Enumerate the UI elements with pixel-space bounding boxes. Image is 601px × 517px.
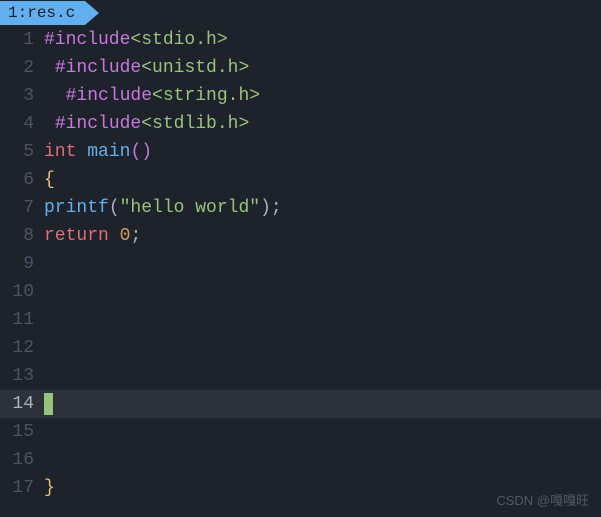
code-line[interactable]: 6{: [0, 166, 601, 194]
line-number: 9: [0, 254, 44, 274]
code-line[interactable]: 9: [0, 250, 601, 278]
line-content: #include<stdlib.h>: [44, 114, 249, 134]
code-line[interactable]: 5int main(): [0, 138, 601, 166]
line-number: 14: [0, 394, 44, 414]
code-line[interactable]: 4 #include<stdlib.h>: [0, 110, 601, 138]
line-content: {: [44, 170, 55, 190]
code-line[interactable]: 14: [0, 390, 601, 418]
line-number: 12: [0, 338, 44, 358]
code-line[interactable]: 8return 0;: [0, 222, 601, 250]
tab-index: 1: [8, 4, 18, 22]
line-number: 5: [0, 142, 44, 162]
line-number: 2: [0, 58, 44, 78]
cursor: [44, 393, 53, 415]
code-line[interactable]: 10: [0, 278, 601, 306]
line-content: printf("hello world");: [44, 198, 282, 218]
tab-bar: 1: res.c: [0, 0, 601, 26]
line-number: 11: [0, 310, 44, 330]
line-number: 10: [0, 282, 44, 302]
line-content: return 0;: [44, 226, 141, 246]
line-number: 13: [0, 366, 44, 386]
line-number: 15: [0, 422, 44, 442]
tab-filename: res.c: [27, 4, 75, 22]
code-area[interactable]: 1#include<stdio.h>2 #include<unistd.h>3 …: [0, 26, 601, 517]
line-number: 1: [0, 30, 44, 50]
line-number: 16: [0, 450, 44, 470]
code-line[interactable]: 16: [0, 446, 601, 474]
code-line[interactable]: 12: [0, 334, 601, 362]
code-line[interactable]: 3 #include<string.h>: [0, 82, 601, 110]
line-content: }: [44, 478, 55, 498]
line-number: 6: [0, 170, 44, 190]
code-line[interactable]: 13: [0, 362, 601, 390]
code-line[interactable]: 1#include<stdio.h>: [0, 26, 601, 54]
line-content: #include<unistd.h>: [44, 58, 249, 78]
line-content: [44, 393, 53, 415]
code-line[interactable]: 11: [0, 306, 601, 334]
line-content: int main(): [44, 142, 152, 162]
watermark: CSDN @嘎嘎旺: [496, 490, 589, 509]
line-number: 8: [0, 226, 44, 246]
line-content: #include<stdio.h>: [44, 30, 228, 50]
line-number: 4: [0, 114, 44, 134]
line-number: 7: [0, 198, 44, 218]
code-line[interactable]: 7printf("hello world");: [0, 194, 601, 222]
code-line[interactable]: 2 #include<unistd.h>: [0, 54, 601, 82]
line-number: 17: [0, 478, 44, 498]
code-editor: 1: res.c 1#include<stdio.h>2 #include<un…: [0, 0, 601, 517]
line-content: #include<string.h>: [44, 86, 260, 106]
file-tab[interactable]: 1: res.c: [0, 1, 85, 25]
code-line[interactable]: 15: [0, 418, 601, 446]
line-number: 3: [0, 86, 44, 106]
